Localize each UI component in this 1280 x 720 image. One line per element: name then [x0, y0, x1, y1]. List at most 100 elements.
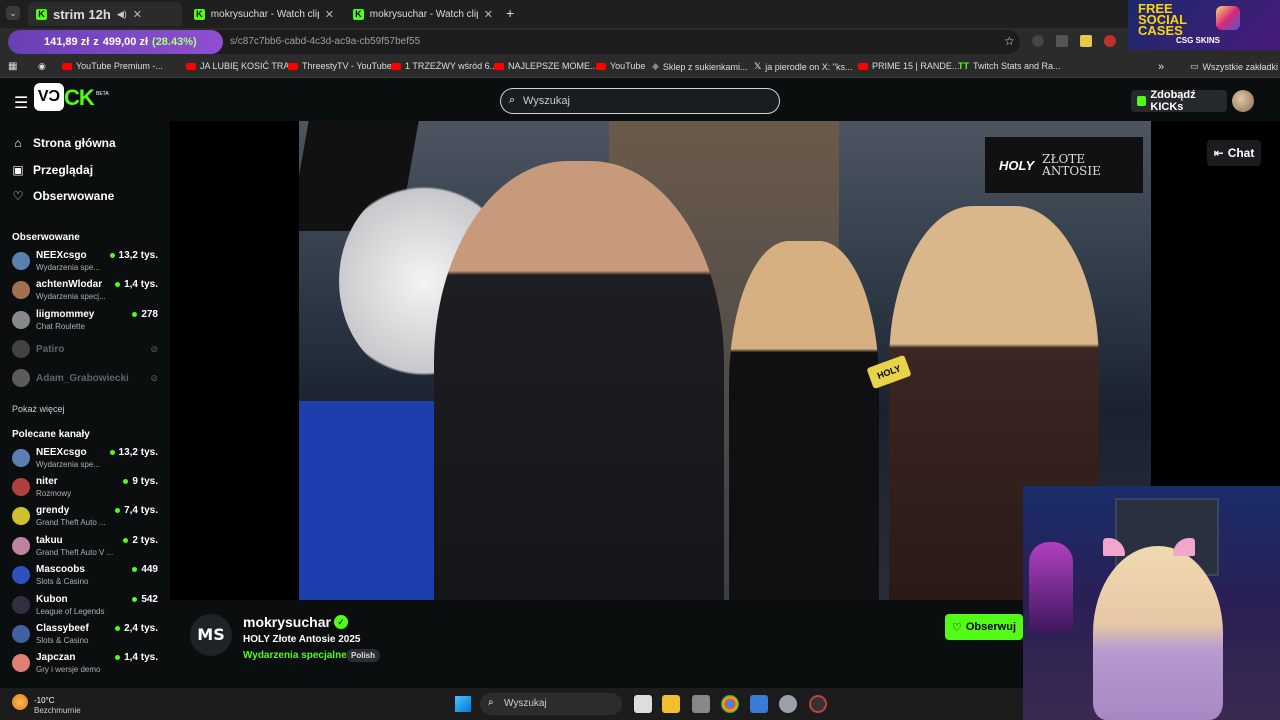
app-icon[interactable]	[750, 695, 768, 713]
microphone-icon	[1029, 542, 1073, 632]
browser-tab-bar: ⌄ K strim 12h ◀) ✕ K mokrysuchar - Watch…	[0, 0, 1280, 28]
recommended-channel[interactable]: takuu Grand Theft Auto V ... 2 tys.	[12, 533, 162, 561]
live-dot-icon	[115, 282, 121, 287]
tab-clips-1[interactable]: K mokrysuchar - Watch clips on K ✕	[186, 2, 342, 26]
search-input[interactable]: ⌕ Wyszukaj	[500, 88, 780, 114]
more-bookmarks-icon[interactable]: »	[1158, 61, 1164, 73]
video-letterbox-right	[1151, 121, 1280, 486]
viewers-label: 2 tys.	[132, 535, 158, 546]
video-letterbox-left	[170, 121, 299, 600]
woman-black-dress	[729, 241, 879, 600]
settings-gear-icon[interactable]	[779, 695, 797, 713]
channel-category: Wydarzenia spe...	[36, 263, 100, 272]
viewer-count: 1,4 tys.	[115, 279, 158, 290]
new-tab-icon[interactable]: +	[506, 5, 514, 21]
channel-avatar	[12, 625, 30, 643]
viewers-label: 2,4 tys.	[124, 623, 158, 634]
search-placeholder: Wyszukaj	[523, 95, 570, 107]
language-tag[interactable]: Polish	[346, 649, 381, 662]
channel-avatar	[12, 340, 30, 358]
followed-channel[interactable]: NEEXcsgo Wydarzenia spe... 13,2 tys.	[12, 248, 162, 276]
viewers-label: 449	[141, 564, 158, 575]
bookmark-item[interactable]: PRIME 15 | RANDE...	[858, 61, 959, 71]
task-view-icon[interactable]	[634, 695, 652, 713]
kick-logo[interactable]: VƆ CK BETA	[34, 83, 109, 113]
recommended-channel[interactable]: Classybeef Slots & Casino 2,4 tys.	[12, 621, 162, 649]
recommended-channel[interactable]: Mascoobs Slots & Casino 449	[12, 562, 162, 590]
close-icon[interactable]: ✕	[484, 8, 493, 21]
followed-channel-offline[interactable]: Adam_Grabowiecki ⊘	[12, 365, 162, 393]
followed-channel-offline[interactable]: Patiro ⊘	[12, 336, 162, 364]
chat-expand-icon: ⇤	[1213, 146, 1224, 160]
recommended-channel[interactable]: Japczan Gry i wersje demo 1,4 tys.	[12, 650, 162, 678]
recommended-channel[interactable]: niter Rozmowy 9 tys.	[12, 474, 162, 502]
bookmark-icon[interactable]: ◉	[38, 61, 46, 72]
stream-category[interactable]: Wydarzenia specjalne	[243, 650, 347, 661]
taskbar-search-input[interactable]: ⌕ Wyszukaj	[480, 693, 622, 715]
apps-grid-icon[interactable]: ▦	[8, 61, 17, 72]
kick-header: ☰ VƆ CK BETA ⌕ Wyszukaj Zdobądź KICKs	[0, 80, 1280, 122]
tab-title: mokrysuchar - Watch clips on K	[210, 8, 319, 20]
ad-banner[interactable]: FREE SOCIAL CASES CSG SKINS	[1128, 0, 1280, 50]
bookmark-item[interactable]: 1 TRZEŹWY wśród 6...	[391, 61, 497, 71]
windows-start-icon[interactable]	[455, 696, 471, 712]
bookmark-item[interactable]: 𝕏ja pierodle on X: "ks...	[754, 61, 853, 72]
speaker-icon[interactable]: ◀)	[117, 9, 127, 20]
channel-category: Slots & Casino	[36, 636, 89, 645]
close-icon[interactable]: ✕	[325, 8, 334, 21]
viewer-count: 542	[132, 594, 158, 605]
all-bookmarks-folder[interactable]: ▭ Wszystkie zakładki	[1190, 61, 1278, 72]
heart-icon: ♡	[12, 189, 24, 203]
user-avatar[interactable]	[1232, 90, 1254, 112]
show-more-link[interactable]: Pokaż więcej	[12, 404, 65, 414]
menu-icon[interactable]: ☰	[14, 93, 28, 113]
weather-temp: -10°C	[34, 696, 55, 705]
get-kicks-button[interactable]: Zdobądź KICKs	[1131, 89, 1227, 113]
file-explorer-icon[interactable]	[662, 695, 680, 713]
recommended-channel[interactable]: grendy Grand Theft Auto ... 7,4 tys.	[12, 503, 162, 531]
extension-icon[interactable]	[1056, 35, 1068, 47]
followed-channel[interactable]: liigmommey Chat Roulette 278	[12, 307, 162, 335]
channel-name[interactable]: mokrysuchar	[243, 614, 331, 630]
bookmark-item[interactable]: TT Twitch Stats and Ra...	[958, 61, 1061, 71]
youtube-icon	[596, 62, 606, 70]
event-badge: HOLY ZŁOTE ANTOSIE	[985, 137, 1143, 193]
tab-list-icon[interactable]: ⌄	[6, 6, 20, 20]
channel-category: Wydarzenia specj...	[36, 292, 106, 301]
nav-browse[interactable]: ▣ Przeglądaj	[12, 163, 93, 177]
follow-label: Obserwuj	[965, 621, 1016, 633]
app-icon[interactable]	[809, 695, 827, 713]
logo-text: CK	[64, 85, 95, 110]
followed-channel[interactable]: achtenWlodar Wydarzenia specj... 1,4 tys…	[12, 277, 162, 305]
bookmark-item[interactable]: ThreestyTV - YouTube	[288, 61, 392, 71]
tab-clips-2[interactable]: K mokrysuchar - Watch clips on K ✕	[345, 2, 501, 26]
tab-title: mokrysuchar - Watch clips on K	[369, 8, 478, 20]
bookmark-item[interactable]: YouTube Premium -...	[62, 61, 163, 71]
channel-avatar	[12, 311, 30, 329]
extension-icon[interactable]	[1032, 35, 1044, 47]
live-dot-icon	[109, 450, 115, 455]
bookmark-item[interactable]: JA LUBIĘ KOSIĆ TRA...	[186, 61, 297, 71]
channel-category: Wydarzenia spe...	[36, 460, 100, 469]
extension-icon[interactable]	[1080, 35, 1092, 47]
chrome-icon[interactable]	[721, 695, 739, 713]
follow-button[interactable]: ♡ Obserwuj	[945, 614, 1023, 640]
store-icon[interactable]	[692, 695, 710, 713]
recommended-channel[interactable]: Kubon League of Legends 542	[12, 592, 162, 620]
recommended-channel[interactable]: NEEXcsgo Wydarzenia spe... 13,2 tys.	[12, 445, 162, 473]
close-icon[interactable]: ✕	[133, 8, 142, 21]
channel-name: achtenWlodar	[36, 279, 103, 290]
bookmark-item[interactable]: ◆ Sklep z sukienkami...	[652, 61, 747, 72]
recommended-section-title: Polecane kanały	[12, 429, 90, 440]
tab-strim[interactable]: K strim 12h ◀) ✕	[28, 2, 182, 26]
bookmark-item[interactable]: YouTube	[596, 61, 645, 71]
chat-toggle-button[interactable]: ⇤ Chat	[1207, 140, 1261, 166]
youtube-icon	[858, 62, 868, 70]
extension-icon[interactable]	[1104, 35, 1116, 47]
bookmark-star-icon[interactable]: ☆	[1004, 34, 1015, 48]
channel-avatar[interactable]: MS	[190, 614, 232, 656]
live-dot-icon	[115, 508, 121, 513]
nav-home[interactable]: ⌂ Strona główna	[12, 136, 115, 150]
bookmark-item[interactable]: NAJLEPSZE MOME...	[494, 61, 598, 71]
nav-following[interactable]: ♡ Obserwowane	[12, 189, 115, 203]
